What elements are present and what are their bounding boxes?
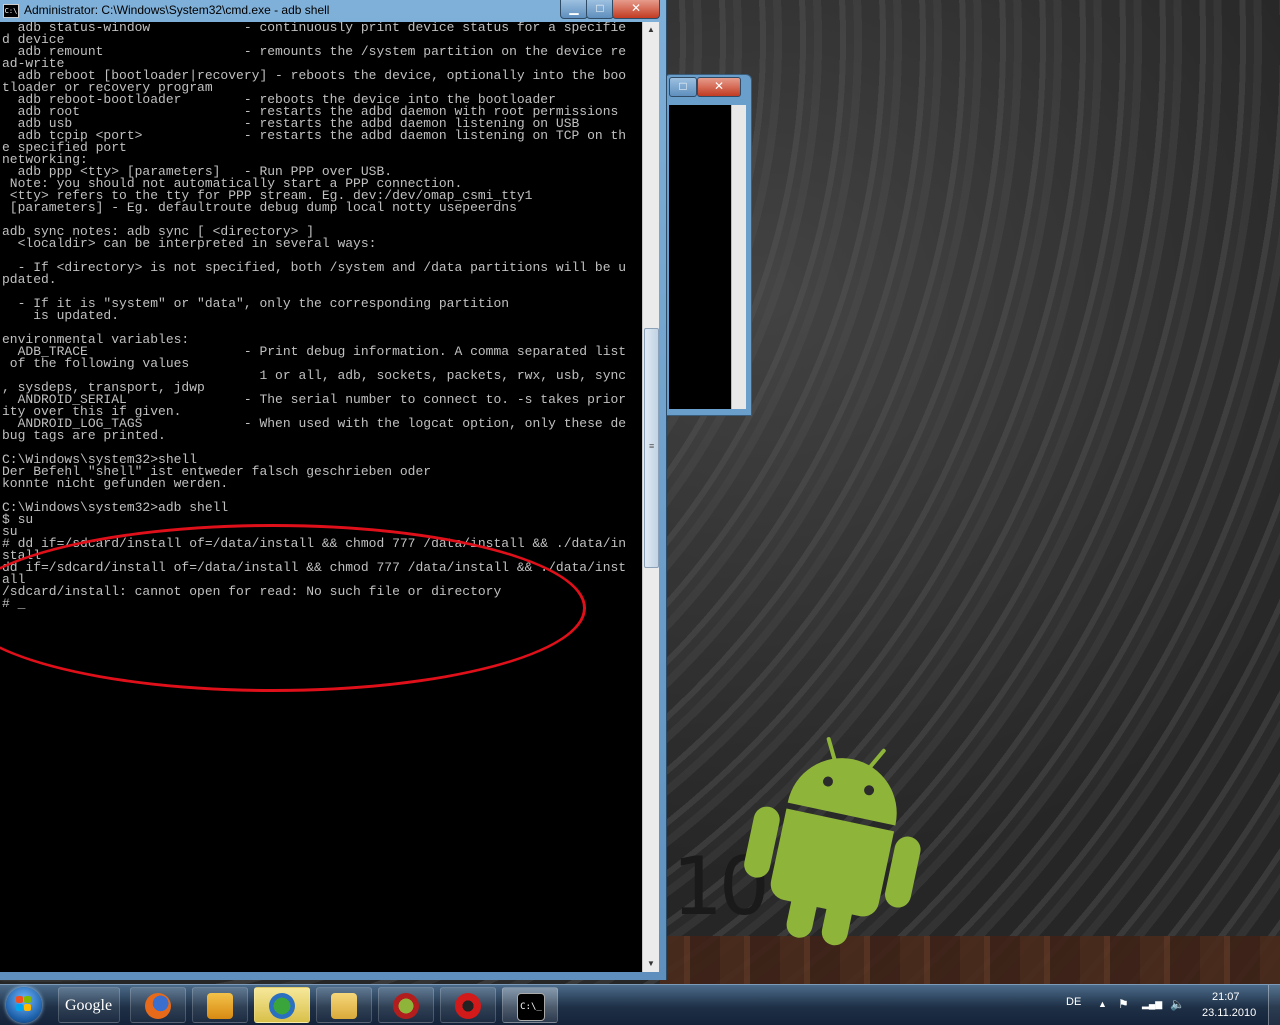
google-label: Google <box>65 997 113 1014</box>
console-line: is updated. <box>2 308 120 323</box>
console-line: adb remount - remounts the /system parti… <box>2 44 627 59</box>
console-line: bug tags are printed. <box>2 428 166 443</box>
background-window-scrollbar[interactable] <box>731 105 746 409</box>
background-window-content <box>669 105 733 409</box>
android-app-icon <box>393 993 419 1019</box>
cmd-icon: C:\_ <box>517 993 545 1021</box>
tray-expand-arrow-icon[interactable]: ▲ <box>1098 999 1107 1009</box>
start-button[interactable] <box>6 987 42 1023</box>
scroll-up-arrow[interactable]: ▲ <box>643 22 659 38</box>
taskbar-explorer[interactable] <box>316 987 372 1023</box>
minimize-button[interactable]: ▁ <box>560 0 588 19</box>
console-line: - If <directory> is not specified, both … <box>2 260 627 275</box>
app-icon <box>455 993 481 1019</box>
folder-icon <box>331 993 357 1019</box>
taskbar-firefox[interactable] <box>130 987 186 1023</box>
action-center-flag-icon[interactable]: ⚑ <box>1118 997 1129 1011</box>
close-button[interactable]: ✕ <box>612 0 660 19</box>
background-window-maximize-button[interactable]: □ <box>669 77 697 97</box>
clock-date[interactable]: 23.11.2010 <box>1202 1007 1256 1019</box>
cmd-window[interactable]: C:\ Administrator: C:\Windows\System32\c… <box>0 0 667 980</box>
console-output[interactable]: adb status-window - continuously print d… <box>0 22 642 972</box>
maximize-button[interactable]: □ <box>586 0 614 19</box>
messenger-icon <box>269 993 295 1019</box>
console-line: adb status-window - continuously print d… <box>2 22 627 35</box>
console-line: [parameters] - Eg. defaultroute debug du… <box>2 200 517 215</box>
language-indicator[interactable]: DE <box>1066 996 1081 1008</box>
scroll-thumb-grip-icon: ≡ <box>649 441 655 451</box>
console-line: C:\Windows\system32>adb shell <box>2 500 229 515</box>
background-window-close-button[interactable]: ✕ <box>697 77 741 97</box>
cmd-title-bar[interactable]: C:\ Administrator: C:\Windows\System32\c… <box>0 0 666 22</box>
taskbar-app[interactable] <box>440 987 496 1023</box>
show-desktop-button[interactable] <box>1268 985 1280 1025</box>
taskbar-messenger[interactable] <box>254 987 310 1023</box>
firefox-icon <box>145 993 171 1019</box>
system-tray: DE ▲ ⚑ ▂▄▆ 🔈 21:07 23.11.2010 <box>1056 985 1280 1025</box>
taskbar-android-app[interactable] <box>378 987 434 1023</box>
taskbar-media-player[interactable] <box>192 987 248 1023</box>
taskbar-cmd[interactable]: C:\_ <box>502 987 558 1023</box>
android-mascot-icon <box>728 724 948 967</box>
wallpaper-floor <box>660 936 1280 984</box>
console-scrollbar[interactable]: ▲ ≡ ▼ <box>642 22 659 972</box>
volume-icon[interactable]: 🔈 <box>1170 997 1185 1011</box>
cmd-window-icon[interactable]: C:\ <box>3 4 19 18</box>
windows-logo-icon <box>16 996 32 1012</box>
window-title: Administrator: C:\Windows\System32\cmd.e… <box>24 3 330 17</box>
media-player-icon <box>207 993 233 1019</box>
scroll-down-arrow[interactable]: ▼ <box>643 956 659 972</box>
taskbar-google[interactable]: Google <box>58 987 120 1023</box>
taskbar: Google C:\_ DE ▲ ⚑ ▂▄▆ 🔈 21:07 23.11.201… <box>0 984 1280 1025</box>
console-text: adb status-window - continuously print d… <box>0 22 642 598</box>
scroll-thumb[interactable]: ≡ <box>644 328 659 568</box>
console-line: <localdir> can be interpreted in several… <box>2 236 377 251</box>
network-icon[interactable]: ▂▄▆ <box>1142 999 1162 1010</box>
console-line: pdated. <box>2 272 57 287</box>
console-line: konnte nicht gefunden werden. <box>2 476 229 491</box>
clock-time[interactable]: 21:07 <box>1212 991 1240 1003</box>
background-console-window[interactable]: □ ✕ <box>664 74 752 416</box>
